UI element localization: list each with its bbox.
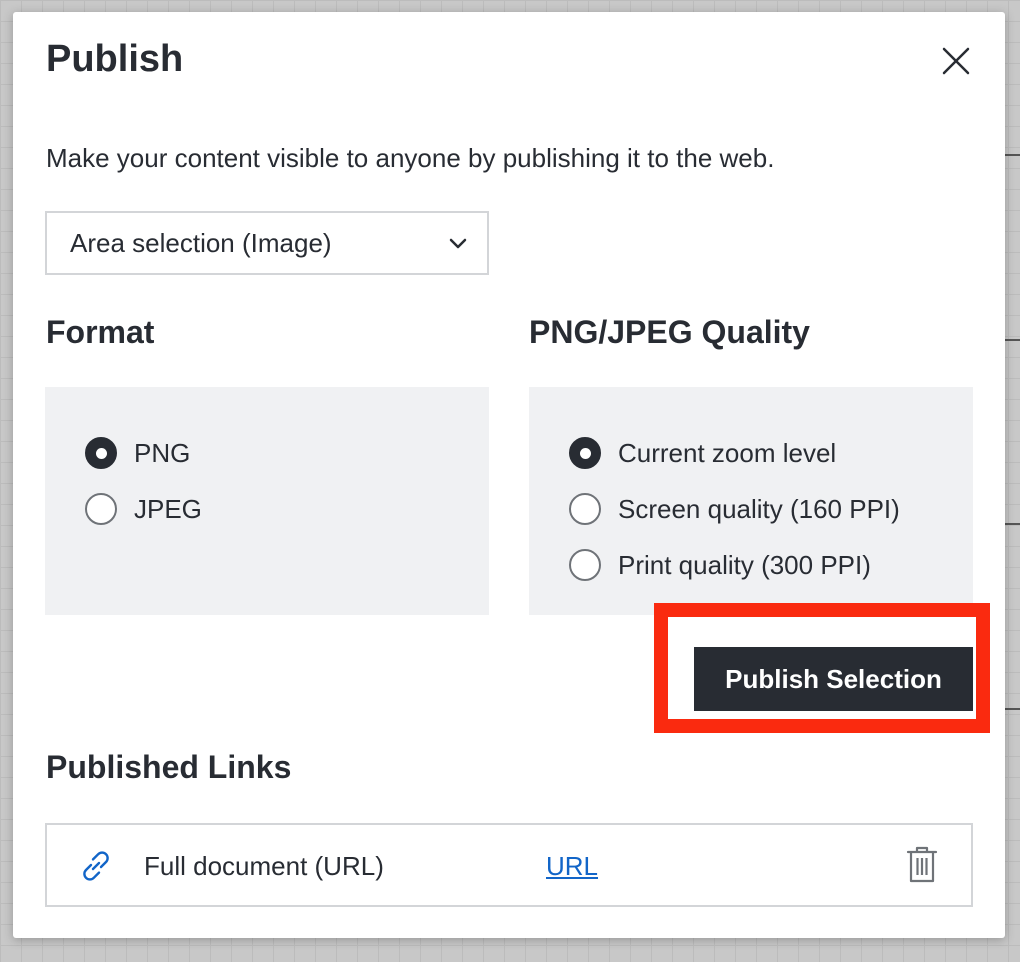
option-label: Current zoom level [618,437,837,468]
format-heading: Format [46,314,155,350]
radio-button[interactable] [569,549,601,581]
published-links-heading: Published Links [46,749,292,785]
format-option-png[interactable]: PNG [85,437,190,469]
quality-option-print[interactable]: Print quality (300 PPI) [569,549,871,581]
link-icon [83,851,109,881]
published-link-name: Full document (URL) [144,851,384,881]
option-label: Screen quality (160 PPI) [618,493,900,524]
publish-dialog: Publish Make your content visible to any… [13,12,1005,938]
format-options-panel: PNG JPEG [45,387,489,615]
scope-select-value: Area selection (Image) [70,227,332,258]
close-icon [942,47,970,75]
radio-button[interactable] [569,493,601,525]
published-link-url[interactable]: URL [546,851,598,882]
dialog-title: Publish [46,38,184,80]
chevron-down-icon [449,238,467,249]
quality-option-screen[interactable]: Screen quality (160 PPI) [569,493,900,525]
publish-selection-button[interactable]: Publish Selection [694,647,973,711]
radio-button[interactable] [85,493,117,525]
dialog-description: Make your content visible to anyone by p… [46,143,775,173]
radio-button[interactable] [569,437,601,469]
trash-icon[interactable] [905,845,939,885]
quality-heading: PNG/JPEG Quality [529,314,810,350]
option-label: PNG [134,437,191,468]
scope-select[interactable]: Area selection (Image) [45,211,489,275]
published-links-table: Full document (URL) URL [45,823,973,907]
quality-option-current-zoom[interactable]: Current zoom level [569,437,836,469]
option-label: Print quality (300 PPI) [618,549,871,580]
format-option-jpeg[interactable]: JPEG [85,493,202,525]
quality-options-panel: Current zoom level Screen quality (160 P… [529,387,973,615]
option-label: JPEG [134,493,202,524]
close-button[interactable] [939,44,973,78]
radio-button[interactable] [85,437,117,469]
